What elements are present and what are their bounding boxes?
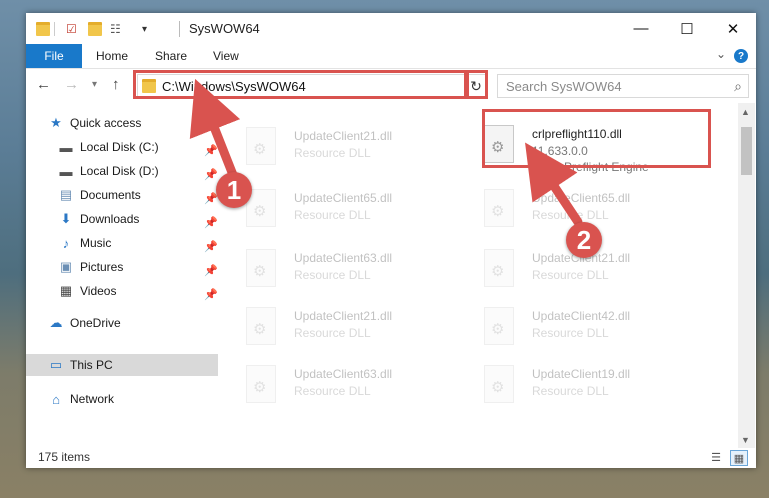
step-badge-2: 2 [566, 222, 602, 258]
arrow-2 [525, 142, 583, 227]
step-badge-1: 1 [216, 172, 252, 208]
arrow-1 [189, 78, 241, 185]
annotation-arrows [189, 78, 583, 227]
